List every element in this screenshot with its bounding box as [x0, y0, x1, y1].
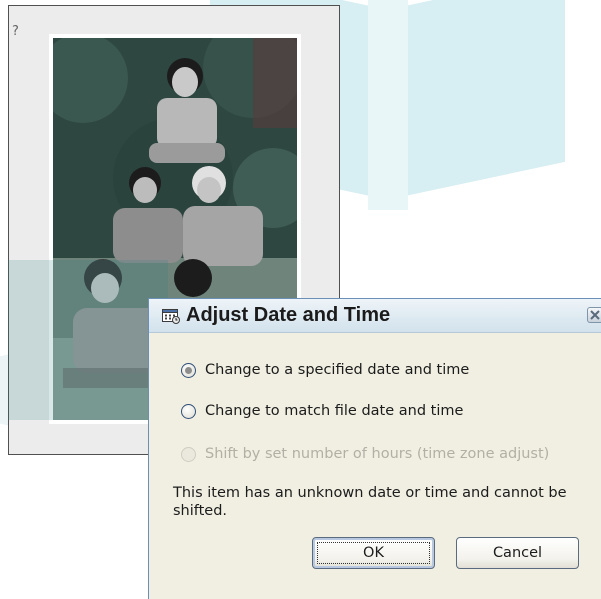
option-specified-date-label: Change to a specified date and time [205, 362, 470, 378]
radio-specified-date[interactable] [181, 362, 196, 378]
background-art-right [395, 0, 565, 199]
ok-button[interactable]: OK [312, 537, 435, 569]
dialog-message: This item has an unknown date or time an… [173, 485, 567, 519]
cancel-button-label: Cancel [492, 545, 543, 561]
calendar-clock-icon [162, 308, 180, 324]
close-button[interactable] [587, 307, 601, 323]
adjust-date-time-dialog: Adjust Date and Time Change to a specifi… [148, 298, 601, 599]
option-match-file-date[interactable]: Change to match file date and time [181, 400, 463, 422]
radio-shift-hours [181, 446, 196, 462]
background-art-spine [368, 0, 408, 210]
option-shift-hours-label: Shift by set number of hours (time zone … [205, 446, 550, 462]
radio-match-file-date[interactable] [181, 403, 196, 419]
close-icon [590, 310, 600, 320]
option-match-file-date-label: Change to match file date and time [205, 403, 464, 419]
dialog-title-bar[interactable]: Adjust Date and Time [149, 299, 601, 333]
screen: ? Adjust Date and Time Change to a speci… [0, 0, 601, 599]
option-specified-date[interactable]: Change to a specified date and time [181, 359, 469, 381]
dialog-title: Adjust Date and Time [186, 304, 391, 326]
cancel-button[interactable]: Cancel [456, 537, 579, 569]
option-shift-hours: Shift by set number of hours (time zone … [181, 443, 549, 465]
help-glyph: ? [12, 24, 19, 39]
ok-button-label: OK [363, 545, 384, 561]
